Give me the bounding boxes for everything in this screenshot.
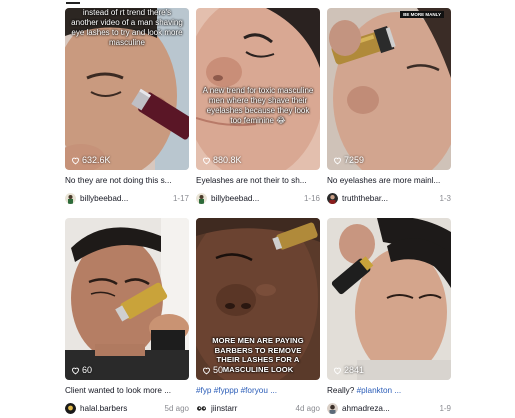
video-card[interactable]: BE MORE MANLY 7259 No eyelashes are more…: [327, 8, 451, 208]
video-grid: instead of rt trend there's another vide…: [65, 8, 451, 418]
video-overlay-text: A new trend for toxic masculine men wher…: [202, 86, 314, 125]
post-date: 5d ago: [164, 404, 189, 413]
author-name[interactable]: truththebar...: [342, 194, 435, 203]
video-caption[interactable]: No they are not doing this s...: [65, 176, 183, 187]
like-count-value: 632.6K: [82, 155, 111, 165]
video-thumbnail[interactable]: instead of rt trend there's another vide…: [65, 8, 189, 170]
author-name[interactable]: billybeebad...: [211, 194, 300, 203]
heart-outline-icon: [203, 367, 210, 374]
thumbnail-image: [65, 218, 189, 380]
video-thumbnail[interactable]: A new trend for toxic masculine men wher…: [196, 8, 320, 170]
video-tag: BE MORE MANLY: [400, 11, 444, 18]
video-meta: ahmadreza... 1-9: [327, 402, 451, 415]
video-overlay-text: instead of rt trend there's another vide…: [71, 8, 183, 47]
video-thumbnail[interactable]: 2841: [327, 218, 451, 380]
video-meta: jiinstarr 4d ago: [196, 402, 320, 415]
heart-outline-icon: [72, 157, 79, 164]
top-divider: [66, 2, 80, 4]
like-count-value: 7259: [344, 155, 365, 165]
avatar[interactable]: [196, 403, 207, 414]
video-meta: halal.barbers 5d ago: [65, 402, 189, 415]
like-count-value: 50: [213, 365, 224, 375]
video-meta: truththebar... 1-3: [327, 192, 451, 205]
thumbnail-image: [327, 218, 451, 380]
like-count: 7259: [333, 155, 364, 165]
heart-outline-icon: [334, 367, 341, 374]
author-name[interactable]: billybeebad...: [80, 194, 169, 203]
like-count-value: 60: [82, 365, 93, 375]
video-meta: billybeebad... 1-16: [196, 192, 320, 205]
avatar[interactable]: [196, 193, 207, 204]
video-caption[interactable]: Really? #plankton ...: [327, 386, 445, 397]
post-date: 1-3: [439, 194, 451, 203]
post-date: 1-9: [439, 404, 451, 413]
video-thumbnail[interactable]: BE MORE MANLY 7259: [327, 8, 451, 170]
like-count: 880.8K: [202, 155, 242, 165]
like-count-value: 2841: [344, 365, 365, 375]
video-caption[interactable]: #fyp #fyppp #foryou ...: [196, 386, 314, 397]
avatar[interactable]: [65, 403, 76, 414]
video-card[interactable]: 2841 Really? #plankton ... ahmadreza... …: [327, 218, 451, 418]
like-count: 50: [202, 365, 223, 375]
avatar[interactable]: [327, 403, 338, 414]
heart-outline-icon: [334, 157, 341, 164]
video-thumbnail[interactable]: 60: [65, 218, 189, 380]
post-date: 1-17: [172, 194, 189, 203]
like-count: 632.6K: [71, 155, 111, 165]
video-caption[interactable]: Client wanted to look more ...: [65, 386, 183, 397]
caption-hashtag[interactable]: #plankton ...: [357, 386, 402, 395]
video-card[interactable]: instead of rt trend there's another vide…: [65, 8, 189, 208]
avatar[interactable]: [327, 193, 338, 204]
video-caption[interactable]: No eyelashes are more mainl...: [327, 176, 445, 187]
video-thumbnail[interactable]: MORE MEN ARE PAYING BARBERS TO REMOVE TH…: [196, 218, 320, 380]
like-count-value: 880.8K: [213, 155, 242, 165]
post-date: 4d ago: [295, 404, 320, 413]
author-name[interactable]: halal.barbers: [80, 404, 161, 413]
video-caption[interactable]: Eyelashes are not their to sh...: [196, 176, 314, 187]
author-name[interactable]: jiinstarr: [211, 404, 292, 413]
video-card[interactable]: 60 Client wanted to look more ... halal.…: [65, 218, 189, 418]
video-card[interactable]: A new trend for toxic masculine men wher…: [196, 8, 320, 208]
caption-text: Really?: [327, 386, 357, 395]
video-card[interactable]: MORE MEN ARE PAYING BARBERS TO REMOVE TH…: [196, 218, 320, 418]
heart-outline-icon: [72, 367, 79, 374]
video-meta: billybeebad... 1-17: [65, 192, 189, 205]
thumbnail-image: [327, 8, 451, 170]
like-count: 2841: [333, 365, 364, 375]
author-name[interactable]: ahmadreza...: [342, 404, 435, 413]
heart-outline-icon: [203, 157, 210, 164]
post-date: 1-16: [303, 194, 320, 203]
like-count: 60: [71, 365, 92, 375]
avatar[interactable]: [65, 193, 76, 204]
